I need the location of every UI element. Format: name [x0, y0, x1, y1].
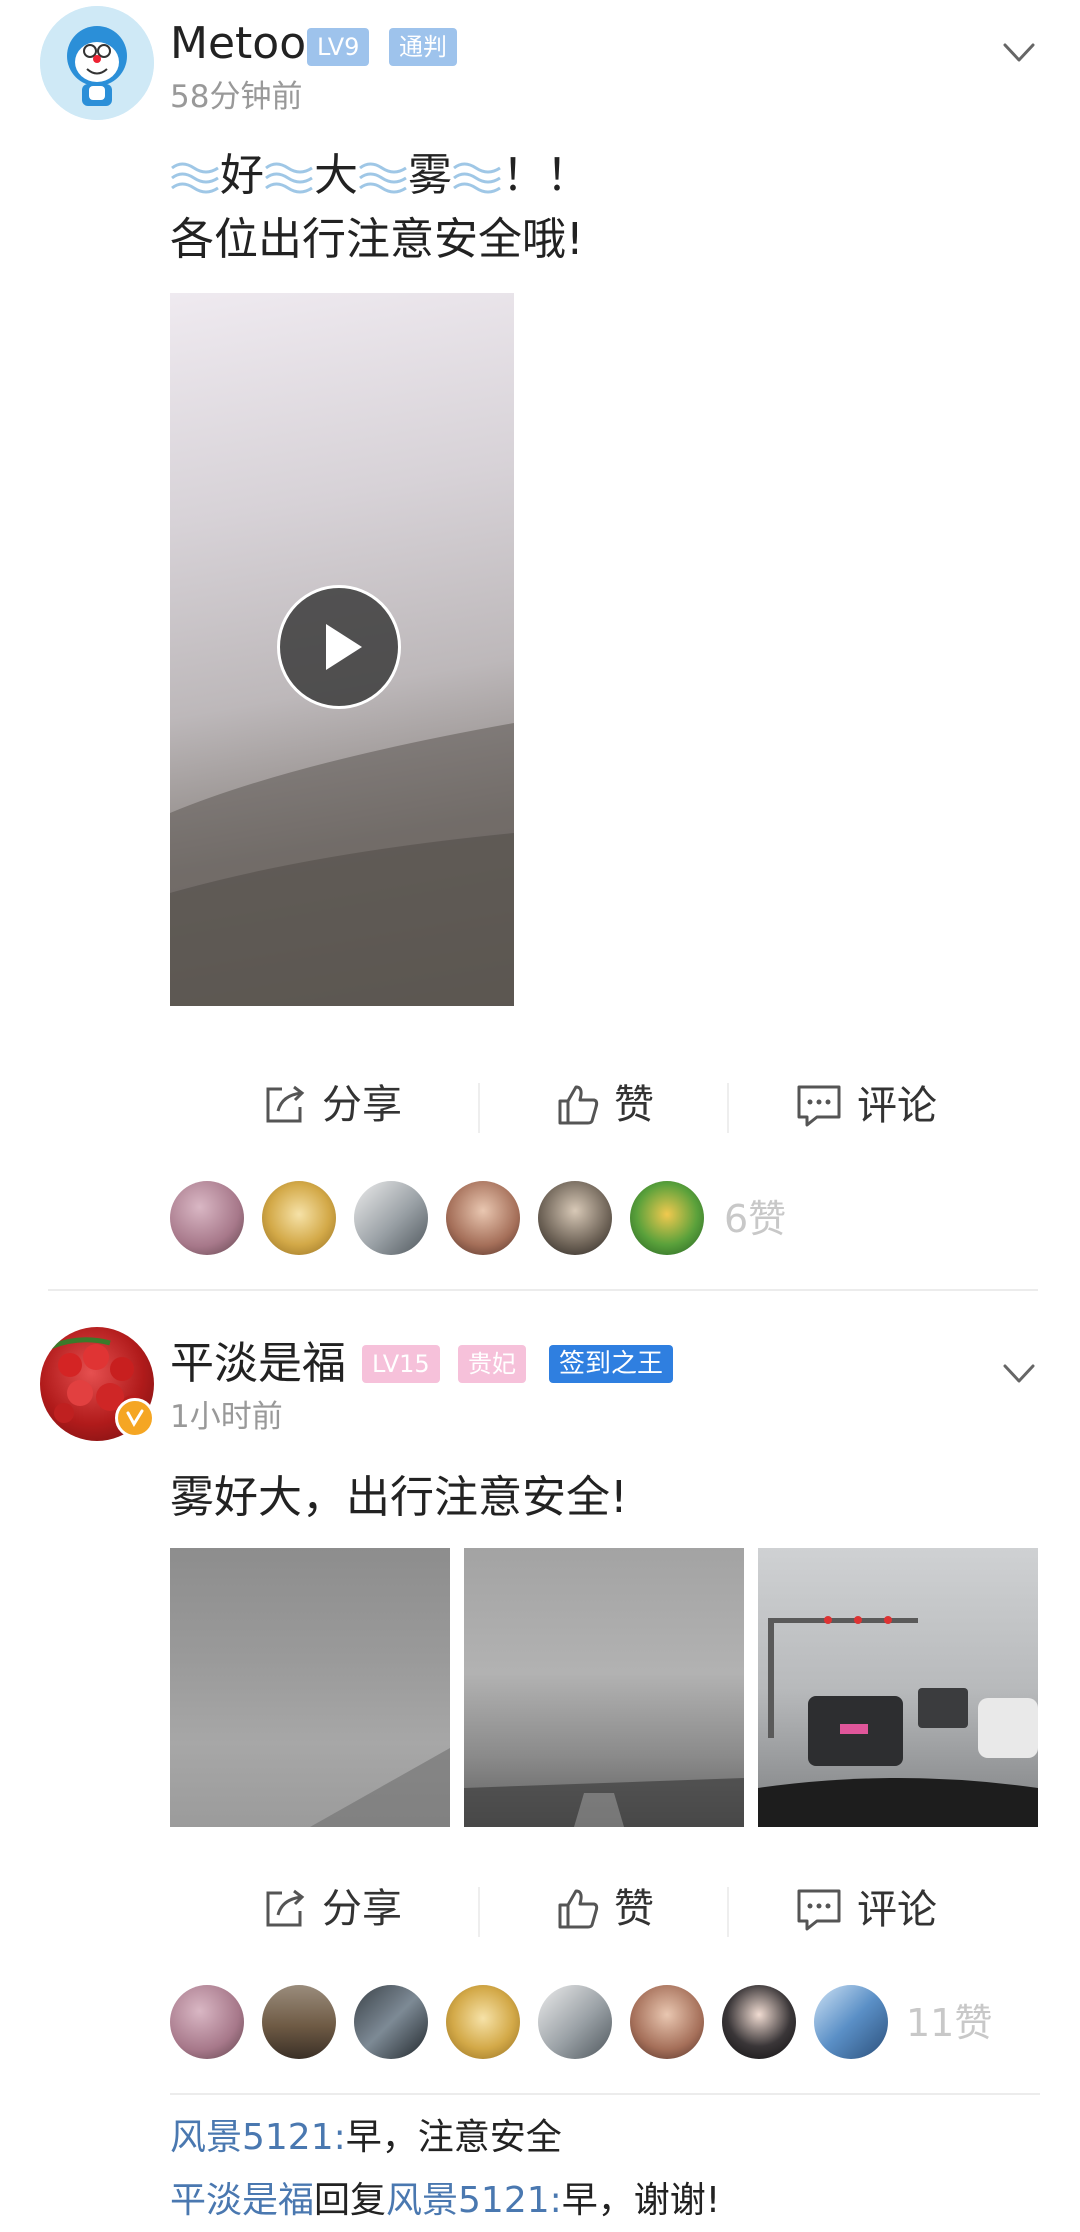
reply-label: 回复	[314, 2180, 387, 2221]
liker-avatar[interactable]	[354, 1181, 428, 1255]
play-icon	[326, 624, 362, 670]
liker-avatar[interactable]	[538, 1181, 612, 1255]
action-separator	[478, 1887, 480, 1937]
thumbs-up-icon	[558, 1889, 599, 1929]
level-badge: LV15	[362, 1345, 440, 1383]
comment-separator: :	[549, 2180, 562, 2221]
liker-avatar[interactable]	[446, 1181, 520, 1255]
post-image[interactable]	[758, 1548, 1038, 1827]
verified-badge-icon	[115, 1398, 155, 1438]
post-text-char: 雾	[408, 150, 452, 201]
comment-label: 评论	[857, 1083, 937, 1129]
level-badge: LV9	[307, 28, 370, 66]
share-label: 分享	[322, 1082, 402, 1128]
chevron-down-icon[interactable]	[1003, 1363, 1035, 1385]
comment-separator: :	[333, 2117, 346, 2158]
post-divider	[48, 1289, 1038, 1291]
post-time: 58分钟前	[170, 79, 303, 115]
liker-avatar[interactable]	[722, 1985, 796, 2059]
achievement-badge: 签到之王	[549, 1345, 674, 1383]
fog-traffic-scene	[758, 1616, 1038, 1827]
liker-avatar[interactable]	[262, 1181, 336, 1255]
thumbs-up-icon	[558, 1085, 599, 1125]
comment-label: 评论	[857, 1887, 937, 1933]
comment-author[interactable]: 平淡是福	[170, 2180, 314, 2221]
post-text-char: 大	[314, 150, 358, 201]
liker-avatar[interactable]	[630, 1985, 704, 2059]
comment-icon	[797, 1085, 841, 1127]
liker-avatar[interactable]	[630, 1181, 704, 1255]
comment-item[interactable]: 平淡是福回复风景5121:早，谢谢!	[170, 2183, 720, 2219]
fog-emoji-icon	[170, 154, 220, 198]
title-badge: 贵妃	[458, 1345, 526, 1383]
comment-button[interactable]: 评论	[795, 1083, 937, 1129]
like-button[interactable]: 赞	[556, 1083, 654, 1127]
likes-count[interactable]: 6赞	[724, 1200, 786, 1238]
comment-text: 早，注意安全	[345, 2117, 562, 2158]
liker-avatar[interactable]	[538, 1985, 612, 2059]
comment-icon	[797, 1889, 841, 1931]
action-separator	[727, 1887, 729, 1937]
post-image[interactable]	[464, 1548, 744, 1827]
liker-avatar[interactable]	[170, 1985, 244, 2059]
title-badge: 通判	[389, 28, 457, 66]
avatar[interactable]	[40, 6, 154, 120]
liker-avatar[interactable]	[170, 1181, 244, 1255]
video-thumbnail[interactable]	[170, 293, 514, 1006]
post-text: 雾好大，出行注意安全!	[170, 1472, 628, 1523]
likes-count[interactable]: 11赞	[906, 2004, 992, 2042]
username[interactable]: Metoo	[170, 22, 306, 66]
fog-emoji-icon	[358, 154, 408, 198]
comment-button[interactable]: 评论	[795, 1887, 937, 1933]
share-icon	[266, 1889, 305, 1927]
liker-avatar[interactable]	[814, 1985, 888, 2059]
post-text-line-2: 各位出行注意安全哦!	[170, 214, 584, 265]
post-text-char: ！	[546, 150, 590, 201]
fog-road-scene	[310, 1748, 450, 1827]
like-button[interactable]: 赞	[556, 1887, 654, 1931]
play-button[interactable]	[277, 585, 401, 709]
liker-avatar[interactable]	[446, 1985, 520, 2059]
comment-text: 早，谢谢!	[561, 2180, 721, 2221]
share-icon	[266, 1085, 305, 1123]
share-button[interactable]: 分享	[262, 1083, 402, 1127]
like-label: 赞	[614, 1886, 654, 1932]
post-text-char: 好	[220, 150, 264, 201]
comment-item[interactable]: 风景5121:早，注意安全	[170, 2120, 562, 2156]
fog-emoji-icon	[264, 154, 314, 198]
like-label: 赞	[614, 1082, 654, 1128]
post-text-char: ！	[502, 150, 546, 201]
action-separator	[478, 1083, 480, 1133]
post-time: 1小时前	[170, 1399, 283, 1435]
reply-target[interactable]: 风景5121	[386, 2180, 550, 2221]
fog-road-scene	[464, 1778, 744, 1827]
avatar-doraemon-image	[40, 6, 154, 120]
share-button[interactable]: 分享	[262, 1887, 402, 1931]
fog-emoji-icon	[452, 154, 502, 198]
post-image[interactable]	[170, 1548, 450, 1827]
comments-divider	[170, 2093, 1040, 2095]
share-label: 分享	[322, 1886, 402, 1932]
post-text-line-1: 好 大 雾 ！ ！	[170, 144, 590, 208]
liker-avatar[interactable]	[262, 1985, 336, 2059]
comment-author[interactable]: 风景5121	[170, 2117, 334, 2158]
action-separator	[727, 1083, 729, 1133]
liker-avatar[interactable]	[354, 1985, 428, 2059]
username[interactable]: 平淡是福	[170, 1342, 346, 1386]
chevron-down-icon[interactable]	[1003, 42, 1035, 64]
